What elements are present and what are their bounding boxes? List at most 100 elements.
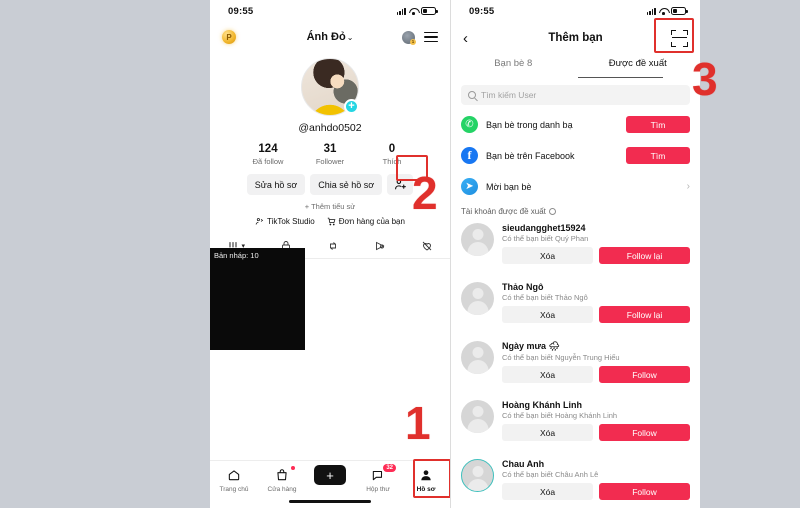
stat-followers[interactable]: 31 Follower (299, 143, 361, 166)
avatar[interactable]: + (301, 58, 359, 116)
hamburger-menu-icon[interactable] (424, 31, 438, 43)
row-contacts[interactable]: ✆ Bạn bè trong danh bạ Tìm (451, 109, 700, 140)
battery-icon (421, 7, 438, 15)
share-profile-button[interactable]: Chia sẻ hồ sơ (310, 174, 383, 195)
left-gutter (0, 0, 210, 508)
status-time: 09:55 (228, 5, 254, 17)
home-indicator (289, 500, 371, 503)
find-contacts-button[interactable]: Tìm (626, 116, 690, 133)
find-facebook-button[interactable]: Tìm (626, 147, 690, 164)
page-title: Thêm bạn (548, 32, 603, 44)
friend-source-list: ✆ Bạn bè trong danh bạ Tìm f Bạn bè trên… (451, 109, 700, 202)
invite-arrow-icon: ➤ (461, 178, 478, 195)
row-invite[interactable]: ➤ Mời bạn bè › (451, 171, 700, 202)
nav-shop[interactable]: Cửa hàng (260, 466, 304, 493)
inbox-badge: 32 (383, 464, 396, 472)
right-status-bar: 09:55 (451, 0, 700, 22)
profile-stats: 124 Đã follow 31 Follower 0 Thích (210, 143, 450, 166)
chevron-right-icon[interactable]: › (687, 181, 690, 192)
nav-create[interactable]: + (308, 465, 352, 485)
user-subtitle: Có thể bạn biết Hoàng Khánh Linh (502, 411, 618, 420)
bottom-navigation: Trang chủ Cửa hàng + 32 Hộp thư Hồ sơ (210, 460, 450, 508)
tab-reposts[interactable] (327, 240, 339, 252)
profile-handle: @anhdo0502 (298, 122, 362, 134)
status-indicators-right (646, 7, 688, 15)
row-contacts-label: Bạn bè trong danh bạ (486, 119, 573, 130)
nav-profile[interactable]: Hồ sơ (404, 467, 448, 493)
list-item[interactable]: Chau Anh Có thể bạn biết Châu Anh Lê Xóa… (451, 454, 700, 508)
follow-button[interactable]: Follow (599, 483, 690, 500)
stat-following-value: 124 (258, 143, 278, 155)
cellular-signal-icon (646, 7, 656, 15)
stat-following[interactable]: 124 Đã follow (237, 143, 299, 166)
annotation-1: 1 (405, 397, 431, 449)
mini-avatar-icon[interactable]: 1 (402, 30, 416, 45)
user-name: sieudangghet15924 (502, 223, 586, 233)
delete-button[interactable]: Xóa (502, 424, 593, 441)
draft-thumbnail[interactable]: Bản nháp: 10 (210, 248, 305, 350)
edit-profile-button[interactable]: Sửa hồ sơ (246, 174, 306, 195)
avatar-add-icon[interactable]: + (344, 99, 359, 114)
avatar[interactable] (461, 400, 494, 433)
create-plus-icon: + (311, 465, 349, 485)
friend-tabs: Bạn bè 8 Được đề xuất (451, 54, 700, 78)
user-subtitle: Có thể bạn biết Nguyễn Trung Hiếu (502, 353, 620, 362)
tagged-icon (375, 241, 385, 250)
tiktok-studio-link[interactable]: TikTok Studio (255, 217, 315, 226)
list-item[interactable]: sieudangghet15924 Có thể bạn biết Quý Ph… (451, 218, 700, 277)
status-time-right: 09:55 (469, 5, 495, 17)
delete-button[interactable]: Xóa (502, 247, 593, 264)
home-icon (212, 467, 256, 483)
tab-liked[interactable] (421, 240, 433, 252)
nav-home-label: Trang chủ (219, 486, 249, 493)
avatar[interactable] (461, 223, 494, 256)
row-facebook-label: Bạn bè trên Facebook (486, 150, 575, 161)
cellular-signal-icon (396, 7, 406, 15)
row-facebook[interactable]: f Bạn bè trên Facebook Tìm (451, 140, 700, 171)
avatar[interactable] (461, 459, 494, 492)
qr-scan-icon[interactable] (671, 29, 688, 47)
add-friend-button[interactable] (387, 174, 414, 195)
battery-icon (671, 7, 688, 15)
user-name: Thảo Ngô (502, 282, 544, 292)
delete-button[interactable]: Xóa (502, 483, 593, 500)
profile-icon (404, 467, 448, 483)
orders-label: Đơn hàng của bạn (338, 217, 405, 226)
follow-button[interactable]: Follow lại (599, 247, 690, 264)
nav-shop-label: Cửa hàng (267, 486, 297, 493)
orders-link[interactable]: Đơn hàng của bạn (327, 217, 405, 226)
create-icon: + (308, 465, 352, 485)
facebook-icon: f (461, 147, 478, 164)
left-status-bar: 09:55 (210, 0, 450, 22)
tab-tagged[interactable] (374, 240, 386, 252)
suggested-section-label: Tài khoản được đề xuất (461, 207, 546, 216)
follow-button[interactable]: Follow (599, 366, 690, 383)
list-item[interactable]: Ngày mưa 🌧 Có thể bạn biết Nguyễn Trung … (451, 336, 700, 395)
coin-badge-icon[interactable]: P (222, 30, 236, 44)
right-phone-screen: 09:55 ‹ Thêm bạn Bạn bè 8 Được đề xuất T… (450, 0, 700, 508)
user-name: Ngày mưa 🌧 (502, 341, 560, 351)
list-item[interactable]: Hoàng Khánh Linh Có thể bạn biết Hoàng K… (451, 395, 700, 454)
avatar[interactable] (461, 341, 494, 374)
shop-badge-dot (291, 466, 295, 470)
follow-button[interactable]: Follow lại (599, 306, 690, 323)
nav-home[interactable]: Trang chủ (212, 467, 256, 493)
user-subtitle: Có thể bạn biết Châu Anh Lê (502, 470, 599, 479)
stat-likes[interactable]: 0 Thích (361, 143, 423, 166)
tab-friends[interactable]: Bạn bè 8 (451, 54, 576, 78)
tab-suggested[interactable]: Được đề xuất (576, 54, 701, 78)
status-indicators (396, 7, 438, 15)
add-friend-icon (394, 179, 406, 190)
repost-icon (329, 241, 336, 250)
chevron-down-icon: ⌄ (346, 33, 354, 42)
follow-button[interactable]: Follow (599, 424, 690, 441)
list-item[interactable]: Thảo Ngô Có thể bạn biết Thảo Ngô Xóa Fo… (451, 277, 700, 336)
nav-inbox[interactable]: 32 Hộp thư (356, 464, 400, 493)
search-input[interactable]: Tìm kiếm User (461, 85, 690, 105)
screenshot-root: 09:55 P Ánh Đỏ⌄ 1 + @anhdo0502 124 Đã fo… (0, 0, 800, 508)
avatar[interactable] (461, 282, 494, 315)
delete-button[interactable]: Xóa (502, 306, 593, 323)
delete-button[interactable]: Xóa (502, 366, 593, 383)
search-placeholder: Tìm kiếm User (481, 90, 537, 100)
info-icon[interactable] (548, 208, 556, 215)
